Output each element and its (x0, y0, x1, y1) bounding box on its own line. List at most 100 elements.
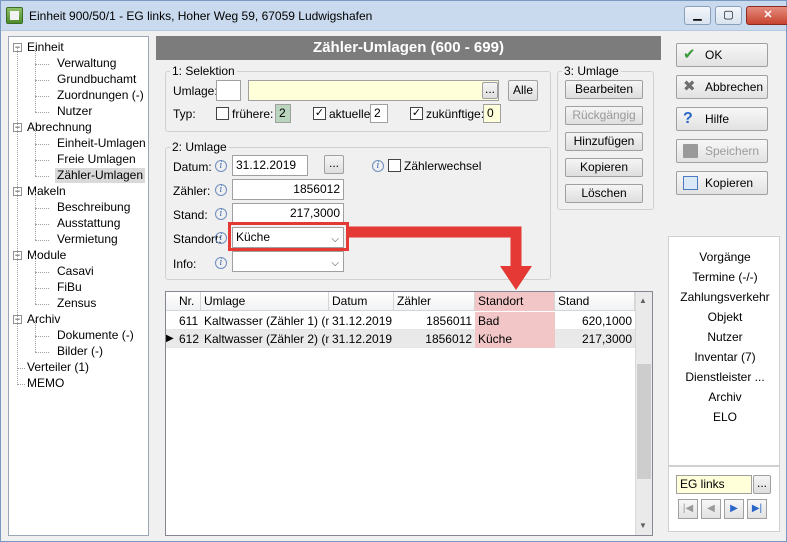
tree-item-beschreibung[interactable]: Beschreibung (55, 200, 132, 215)
navigator-browse-button[interactable]: ... (753, 475, 771, 494)
hilfe-button[interactable]: ? Hilfe (676, 107, 768, 131)
table-row[interactable]: ▶ 612 Kaltwasser (Zähler 2) (m³)31.12.2019… (166, 330, 636, 348)
tree-item-zensus[interactable]: Zensus (55, 296, 98, 311)
abbrechen-button[interactable]: ✖ Abbrechen (676, 75, 768, 99)
rueckgaengig-button[interactable]: Rückgängig (565, 106, 643, 125)
alle-button[interactable]: Alle (508, 80, 538, 101)
kopieren-umlage-button[interactable]: Kopieren (565, 158, 643, 177)
tree-item-grundbuchamt[interactable]: Grundbuchamt (55, 72, 138, 87)
datum-label: Datum: (173, 160, 212, 174)
loeschen-button[interactable]: Löschen (565, 184, 643, 203)
scroll-up-icon[interactable]: ▲ (639, 296, 647, 305)
tree-item-ausstattung[interactable]: Ausstattung (55, 216, 122, 231)
tree-item-einheit-umlagen[interactable]: Einheit-Umlagen (55, 136, 148, 151)
ok-button[interactable]: ✔ OK (676, 43, 768, 67)
column-header-nr[interactable]: Nr. (176, 292, 201, 311)
standort-select[interactable]: Küche ⌵ (232, 227, 344, 248)
info-info-icon[interactable]: i (215, 257, 227, 269)
link-dienstleister[interactable]: Dienstleister ... (669, 367, 781, 387)
tree-connector (35, 80, 49, 81)
zaehler-input[interactable]: 1856012 (232, 179, 344, 200)
column-header-standort[interactable]: Standort (475, 292, 555, 311)
tree-connector (35, 336, 49, 337)
datum-input[interactable]: 31.12.2019 (232, 155, 308, 176)
first-record-icon[interactable]: |◀ (678, 499, 698, 519)
tree-item-zähler-umlagen[interactable]: Zähler-Umlagen (55, 168, 146, 183)
stand-input[interactable]: 217,3000 (232, 203, 344, 224)
datum-info-icon[interactable]: i (215, 160, 227, 172)
tree-item-vermietung[interactable]: Vermietung (55, 232, 120, 247)
link-vorgänge[interactable]: Vorgänge (669, 247, 781, 267)
tree-item-zuordnungen[interactable]: Zuordnungen (-) (55, 88, 146, 103)
fruehere-checkbox[interactable] (216, 107, 229, 120)
info-select[interactable]: ⌵ (232, 251, 344, 272)
column-header-zähler[interactable]: Zähler (394, 292, 475, 311)
tree-item-verteiler-1[interactable]: Verteiler (1) (25, 360, 91, 375)
zaehler-info-icon[interactable]: i (215, 184, 227, 196)
help-icon: ? (683, 110, 693, 127)
close-button[interactable]: ✕ (746, 6, 787, 25)
last-record-icon[interactable]: ▶| (747, 499, 767, 519)
chevron-down-icon: ⌵ (331, 258, 339, 269)
aktuelle-checkbox[interactable]: ✓ (313, 107, 326, 120)
stand-info-icon[interactable]: i (215, 208, 227, 220)
tree-item-verwaltung[interactable]: Verwaltung (55, 56, 118, 71)
umlage-code-input[interactable] (216, 80, 241, 101)
selektion-legend: 1: Selektion (172, 64, 235, 78)
next-record-icon[interactable]: ▶ (724, 499, 744, 519)
tree-item-memo[interactable]: MEMO (25, 376, 66, 391)
tree-item-casavi[interactable]: Casavi (55, 264, 96, 279)
zukuenftige-count: 0 (483, 104, 501, 123)
scroll-down-icon[interactable]: ▼ (639, 521, 647, 530)
link-zahlungsverkehr[interactable]: Zahlungsverkehr (669, 287, 781, 307)
kopieren-button[interactable]: Kopieren (676, 171, 768, 195)
zaehlerwechsel-checkbox[interactable] (388, 159, 401, 172)
navigator-input[interactable]: EG links (676, 475, 752, 494)
tree-item-freie-umlagen[interactable]: Freie Umlagen (55, 152, 138, 167)
link-inventar-7[interactable]: Inventar (7) (669, 347, 781, 367)
zaehlerwechsel-label: Zählerwechsel (404, 159, 482, 173)
link-nutzer[interactable]: Nutzer (669, 327, 781, 347)
umlage-browse-button[interactable]: ... (482, 82, 498, 99)
scroll-thumb[interactable] (637, 364, 651, 479)
bearbeiten-button[interactable]: Bearbeiten (565, 80, 643, 99)
column-header-stand[interactable]: Stand (555, 292, 635, 311)
tree-item-nutzer[interactable]: Nutzer (55, 104, 94, 119)
hinzufuegen-button[interactable]: Hinzufügen (565, 132, 643, 151)
tree-connector (35, 288, 49, 289)
cell-nr: 612 (179, 332, 200, 346)
tree-item-einheit[interactable]: Einheit (25, 40, 66, 55)
grid-vertical-scrollbar[interactable]: ▲ ▼ (635, 292, 652, 535)
standort-info-icon[interactable]: i (215, 232, 227, 244)
minimize-button[interactable]: ▁ (684, 6, 711, 25)
tree-item-fibu[interactable]: FiBu (55, 280, 84, 295)
tree-item-dokumente[interactable]: Dokumente (-) (55, 328, 136, 343)
tree-item-archiv[interactable]: Archiv (25, 312, 62, 327)
tree-item-bilder[interactable]: Bilder (-) (55, 344, 105, 359)
cell-nr: 611 (179, 314, 199, 328)
cell-standort: Küche (475, 330, 555, 348)
previous-record-icon[interactable]: ◀ (701, 499, 721, 519)
title-bar: Einheit 900/50/1 - EG links, Hoher Weg 5… (1, 1, 787, 31)
zaehlerwechsel-info-icon[interactable]: i (372, 160, 384, 172)
link-archiv[interactable]: Archiv (669, 387, 781, 407)
cell-umlage: Kaltwasser (Zähler 1) (m³) (204, 314, 329, 328)
table-row[interactable]: 611 Kaltwasser (Zähler 1) (m³)31.12.2019 1… (166, 312, 636, 330)
aktuelle-label: aktuelle: (329, 107, 374, 121)
column-header-umlage[interactable]: Umlage (201, 292, 329, 311)
tree-item-module[interactable]: Module (25, 248, 68, 263)
column-header-datum[interactable]: Datum (329, 292, 394, 311)
zukuenftige-checkbox[interactable]: ✓ (410, 107, 423, 120)
datum-browse-button[interactable]: ... (324, 155, 344, 174)
tree-connector (35, 272, 36, 288)
link-termine[interactable]: Termine (-/-) (669, 267, 781, 287)
tree-connector (35, 144, 49, 145)
link-objekt[interactable]: Objekt (669, 307, 781, 327)
tree-item-makeln[interactable]: Makeln (25, 184, 68, 199)
umlage-name-input[interactable] (248, 80, 499, 101)
maximize-button[interactable]: ▢ (715, 6, 742, 25)
speichern-button[interactable]: Speichern (676, 139, 768, 163)
tree-connector (35, 288, 36, 304)
link-elo[interactable]: ELO (669, 407, 781, 427)
tree-connector (35, 208, 49, 209)
